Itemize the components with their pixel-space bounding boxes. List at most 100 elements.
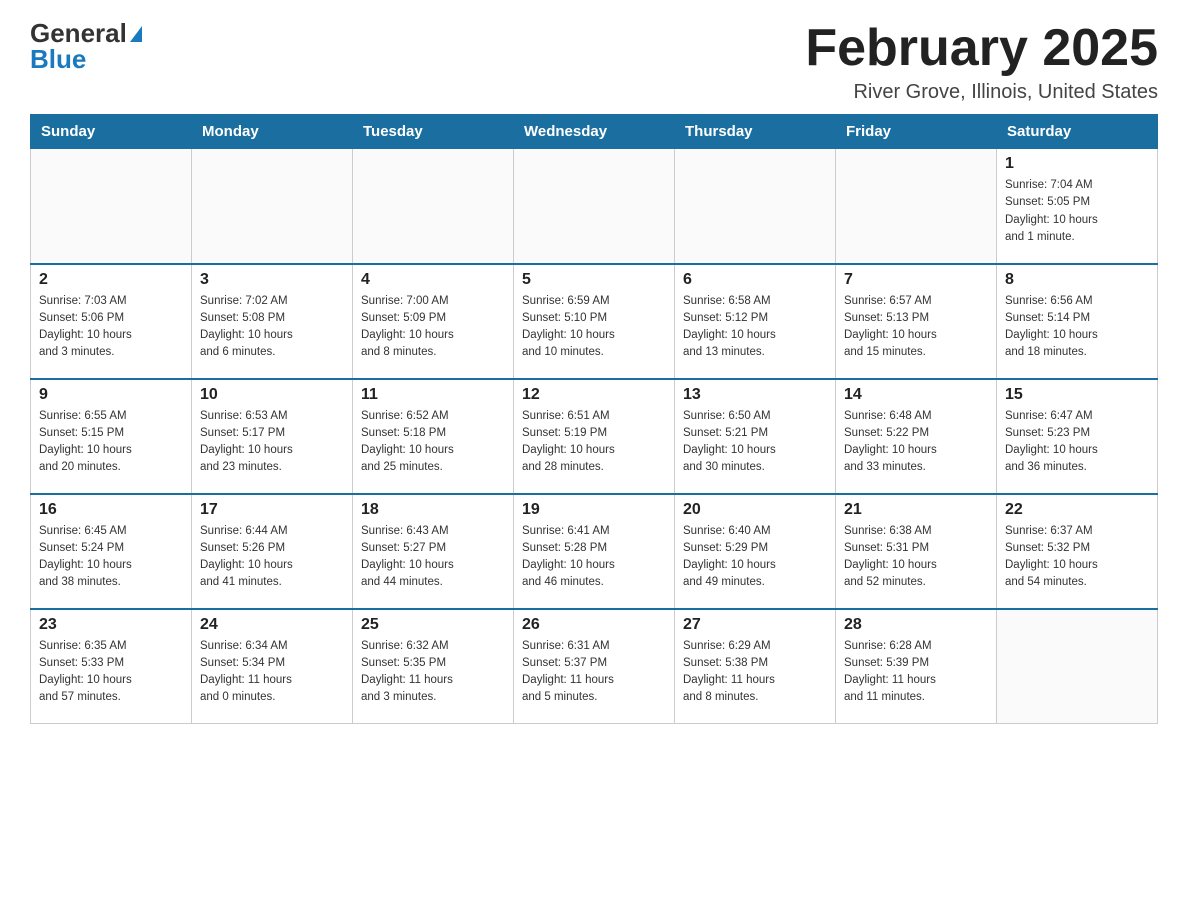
title-block: February 2025 River Grove, Illinois, Uni… [805,20,1158,104]
calendar-cell: 17 Sunrise: 6:44 AM Sunset: 5:26 PM Dayli… [192,494,353,609]
calendar-week-row: 23 Sunrise: 6:35 AM Sunset: 5:33 PM Dayli… [31,609,1158,724]
day-info: Sunrise: 6:31 AM Sunset: 5:37 PM Dayligh… [522,638,666,707]
day-info: Sunrise: 6:47 AM Sunset: 5:23 PM Dayligh… [1005,408,1149,477]
calendar-cell: 6Sunrise: 6:58 AM Sunset: 5:12 PM Daylig… [675,264,836,379]
day-number: 26 [522,616,666,634]
day-number: 15 [1005,386,1149,404]
calendar-cell: 20Sunrise: 6:40 AM Sunset: 5:29 PM Dayli… [675,494,836,609]
day-number: 28 [844,616,988,634]
day-number: 24 [200,616,344,634]
day-info: Sunrise: 6:50 AM Sunset: 5:21 PM Dayligh… [683,408,827,477]
page-subtitle: River Grove, Illinois, United States [805,81,1158,104]
day-info: Sunrise: 6:37 AM Sunset: 5:32 PM Dayligh… [1005,523,1149,592]
day-info: Sunrise: 6:59 AM Sunset: 5:10 PM Dayligh… [522,293,666,362]
day-number: 21 [844,501,988,519]
day-info: Sunrise: 6:48 AM Sunset: 5:22 PM Dayligh… [844,408,988,477]
calendar-cell: 14 Sunrise: 6:48 AM Sunset: 5:22 PM Dayli… [836,379,997,494]
day-info: Sunrise: 7:04 AM Sunset: 5:05 PM Dayligh… [1005,177,1149,246]
day-number: 20 [683,501,827,519]
day-info: Sunrise: 6:44 AM Sunset: 5:26 PM Dayligh… [200,523,344,592]
calendar-week-row: 2 Sunrise: 7:03 AM Sunset: 5:06 PM Daylig… [31,264,1158,379]
calendar-week-row: 9 Sunrise: 6:55 AM Sunset: 5:15 PM Daylig… [31,379,1158,494]
weekday-header-thursday: Thursday [675,115,836,149]
weekday-header-saturday: Saturday [997,115,1158,149]
calendar-week-row: 1 Sunrise: 7:04 AM Sunset: 5:05 PM Daylig… [31,149,1158,264]
day-info: Sunrise: 6:41 AM Sunset: 5:28 PM Dayligh… [522,523,666,592]
day-info: Sunrise: 6:29 AM Sunset: 5:38 PM Dayligh… [683,638,827,707]
calendar-cell: 7 Sunrise: 6:57 AM Sunset: 5:13 PM Daylig… [836,264,997,379]
day-info: Sunrise: 7:02 AM Sunset: 5:08 PM Dayligh… [200,293,344,362]
day-info: Sunrise: 6:57 AM Sunset: 5:13 PM Dayligh… [844,293,988,362]
day-info: Sunrise: 6:34 AM Sunset: 5:34 PM Dayligh… [200,638,344,707]
day-info: Sunrise: 6:56 AM Sunset: 5:14 PM Dayligh… [1005,293,1149,362]
logo-text-general: General [30,20,127,46]
calendar-cell: 8 Sunrise: 6:56 AM Sunset: 5:14 PM Daylig… [997,264,1158,379]
calendar-cell: 24 Sunrise: 6:34 AM Sunset: 5:34 PM Dayli… [192,609,353,724]
day-number: 22 [1005,501,1149,519]
calendar-cell: 4Sunrise: 7:00 AM Sunset: 5:09 PM Daylig… [353,264,514,379]
calendar-cell: 15 Sunrise: 6:47 AM Sunset: 5:23 PM Dayli… [997,379,1158,494]
day-number: 9 [39,386,183,404]
day-info: Sunrise: 6:43 AM Sunset: 5:27 PM Dayligh… [361,523,505,592]
day-info: Sunrise: 6:32 AM Sunset: 5:35 PM Dayligh… [361,638,505,707]
calendar-cell: 28 Sunrise: 6:28 AM Sunset: 5:39 PM Dayli… [836,609,997,724]
logo: General Blue [30,20,142,72]
day-info: Sunrise: 6:51 AM Sunset: 5:19 PM Dayligh… [522,408,666,477]
calendar-cell: 23 Sunrise: 6:35 AM Sunset: 5:33 PM Dayli… [31,609,192,724]
day-number: 8 [1005,271,1149,289]
day-number: 19 [522,501,666,519]
calendar-cell: 27 Sunrise: 6:29 AM Sunset: 5:38 PM Dayli… [675,609,836,724]
day-number: 7 [844,271,988,289]
day-info: Sunrise: 6:55 AM Sunset: 5:15 PM Dayligh… [39,408,183,477]
day-info: Sunrise: 6:38 AM Sunset: 5:31 PM Dayligh… [844,523,988,592]
weekday-header-sunday: Sunday [31,115,192,149]
day-number: 1 [1005,155,1149,173]
day-number: 14 [844,386,988,404]
day-number: 25 [361,616,505,634]
calendar-cell [514,149,675,264]
calendar-header-row: SundayMondayTuesdayWednesdayThursdayFrid… [31,115,1158,149]
calendar-cell: 26 Sunrise: 6:31 AM Sunset: 5:37 PM Dayli… [514,609,675,724]
day-info: Sunrise: 6:28 AM Sunset: 5:39 PM Dayligh… [844,638,988,707]
weekday-header-friday: Friday [836,115,997,149]
day-number: 6 [683,271,827,289]
calendar-cell: 12Sunrise: 6:51 AM Sunset: 5:19 PM Dayli… [514,379,675,494]
day-number: 3 [200,271,344,289]
day-number: 27 [683,616,827,634]
day-number: 23 [39,616,183,634]
calendar-cell [353,149,514,264]
calendar-cell [31,149,192,264]
calendar-cell [675,149,836,264]
weekday-header-wednesday: Wednesday [514,115,675,149]
calendar-cell: 10Sunrise: 6:53 AM Sunset: 5:17 PM Dayli… [192,379,353,494]
logo-text-blue: Blue [30,44,86,74]
day-number: 2 [39,271,183,289]
day-number: 17 [200,501,344,519]
calendar-cell: 11 Sunrise: 6:52 AM Sunset: 5:18 PM Dayli… [353,379,514,494]
page-title: February 2025 [805,20,1158,77]
calendar-cell: 5 Sunrise: 6:59 AM Sunset: 5:10 PM Daylig… [514,264,675,379]
weekday-header-tuesday: Tuesday [353,115,514,149]
day-number: 16 [39,501,183,519]
calendar-cell [836,149,997,264]
calendar-cell: 19 Sunrise: 6:41 AM Sunset: 5:28 PM Dayli… [514,494,675,609]
calendar-cell: 22 Sunrise: 6:37 AM Sunset: 5:32 PM Dayli… [997,494,1158,609]
day-info: Sunrise: 7:03 AM Sunset: 5:06 PM Dayligh… [39,293,183,362]
calendar-cell [997,609,1158,724]
calendar-cell: 3 Sunrise: 7:02 AM Sunset: 5:08 PM Daylig… [192,264,353,379]
calendar-cell: 13 Sunrise: 6:50 AM Sunset: 5:21 PM Dayli… [675,379,836,494]
day-number: 11 [361,386,505,404]
calendar-cell [192,149,353,264]
page-header: General Blue February 2025 River Grove, … [30,20,1158,104]
calendar-cell: 2 Sunrise: 7:03 AM Sunset: 5:06 PM Daylig… [31,264,192,379]
calendar-cell: 25 Sunrise: 6:32 AM Sunset: 5:35 PM Dayli… [353,609,514,724]
calendar-cell: 16 Sunrise: 6:45 AM Sunset: 5:24 PM Dayli… [31,494,192,609]
day-info: Sunrise: 6:45 AM Sunset: 5:24 PM Dayligh… [39,523,183,592]
day-number: 13 [683,386,827,404]
calendar-table: SundayMondayTuesdayWednesdayThursdayFrid… [30,114,1158,724]
day-info: Sunrise: 6:35 AM Sunset: 5:33 PM Dayligh… [39,638,183,707]
day-info: Sunrise: 6:52 AM Sunset: 5:18 PM Dayligh… [361,408,505,477]
weekday-header-monday: Monday [192,115,353,149]
day-number: 5 [522,271,666,289]
day-info: Sunrise: 7:00 AM Sunset: 5:09 PM Dayligh… [361,293,505,362]
